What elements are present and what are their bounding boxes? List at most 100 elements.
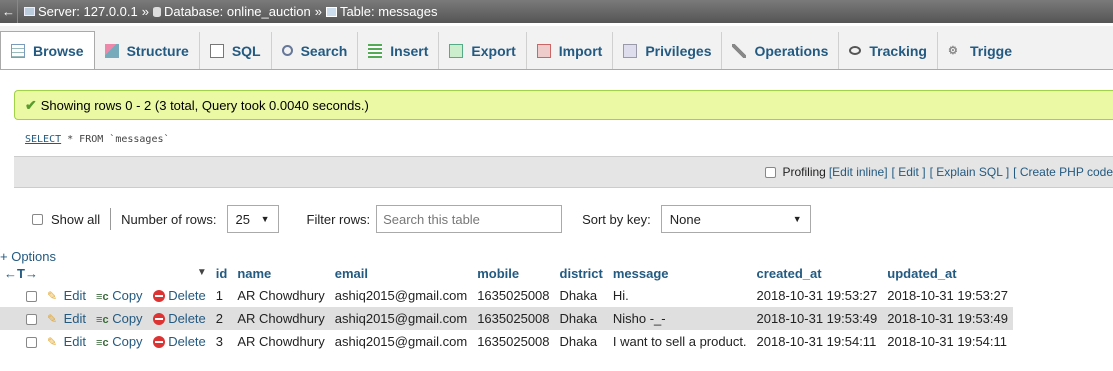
sql-icon — [209, 43, 224, 58]
cell-message[interactable]: Hi. — [607, 284, 752, 307]
column-header-district[interactable]: district — [555, 262, 608, 284]
results-table: ←T→ ▼ id name email mobile district mess… — [0, 262, 1013, 353]
cell-id[interactable]: 2 — [210, 307, 233, 330]
copy-action[interactable]: ≡c Copy — [91, 307, 148, 330]
column-header-mobile[interactable]: mobile — [472, 262, 554, 284]
sql-select-link[interactable]: SELECT — [25, 134, 61, 145]
cell-created-at[interactable]: 2018-10-31 19:53:49 — [751, 307, 883, 330]
delete-action[interactable]: Delete — [147, 284, 211, 307]
browse-icon — [11, 43, 25, 58]
tab-browse[interactable]: Browse — [0, 31, 95, 69]
sort-dropdown-icon[interactable]: ▼ — [197, 267, 207, 278]
cell-email[interactable]: ashiq2015@gmail.com — [329, 284, 473, 307]
breadcrumb-database[interactable]: Database: online_auction — [152, 4, 311, 19]
number-of-rows-select[interactable]: 25 ▼ — [226, 205, 279, 233]
tab-insert[interactable]: Insert — [358, 32, 440, 69]
tab-triggers[interactable]: ⚙ Trigge — [938, 32, 1022, 69]
tab-structure[interactable]: Structure — [95, 32, 200, 69]
cell-name[interactable]: AR Chowdhury — [232, 284, 330, 307]
cell-id[interactable]: 1 — [210, 284, 233, 307]
profiling-bar: Profiling [Edit inline] [ Edit ] [ Expla… — [14, 156, 1113, 188]
table-row: ✎ Edit ≡c Copy Delete 1 AR Chowdhury ash… — [0, 284, 1013, 307]
show-all-checkbox[interactable] — [32, 213, 43, 225]
tab-export[interactable]: Export — [439, 32, 527, 69]
sort-by-key-select[interactable]: None ▼ — [660, 205, 811, 233]
delete-action[interactable]: Delete — [147, 307, 211, 330]
row-checkbox[interactable] — [26, 337, 37, 349]
delete-icon — [152, 290, 165, 302]
cell-updated-at[interactable]: 2018-10-31 19:54:11 — [882, 330, 1013, 353]
cell-mobile[interactable]: 1635025008 — [472, 284, 555, 307]
row-checkbox-cell — [0, 330, 42, 353]
cell-created-at[interactable]: 2018-10-31 19:54:11 — [751, 330, 883, 353]
column-header-message[interactable]: message — [608, 262, 752, 284]
cell-mobile[interactable]: 1635025008 — [472, 307, 555, 330]
row-checkbox-cell — [0, 307, 42, 330]
tab-privileges[interactable]: Privileges — [613, 32, 723, 69]
breadcrumb-server[interactable]: Server: 127.0.0.1 — [24, 4, 138, 19]
column-header-updated-at[interactable]: updated_at — [882, 262, 1013, 284]
cell-id[interactable]: 3 — [210, 330, 233, 353]
database-icon — [152, 6, 161, 17]
copy-icon: ≡c — [96, 314, 109, 326]
delete-action[interactable]: Delete — [147, 330, 211, 353]
search-icon — [281, 45, 293, 56]
column-arrows-icon[interactable]: ←T→ — [4, 266, 38, 281]
breadcrumb-separator: » — [141, 4, 149, 19]
check-icon: ✔ — [25, 96, 37, 113]
server-icon — [24, 7, 35, 16]
pencil-icon: ✎ — [47, 289, 58, 303]
tab-sql[interactable]: SQL — [200, 32, 272, 69]
cell-updated-at[interactable]: 2018-10-31 19:53:49 — [882, 307, 1013, 330]
column-header-created-at[interactable]: created_at — [752, 262, 883, 284]
cell-message[interactable]: I want to sell a product. — [607, 330, 752, 353]
success-message: ✔ Showing rows 0 - 2 (3 total, Query too… — [14, 90, 1113, 120]
edit-action[interactable]: ✎ Edit — [42, 307, 92, 330]
delete-icon — [152, 336, 165, 348]
cell-district[interactable]: Dhaka — [554, 284, 608, 307]
column-header-name[interactable]: name — [232, 262, 329, 284]
cell-message[interactable]: Nisho -_- — [607, 307, 752, 330]
profiling-checkbox[interactable] — [765, 166, 777, 178]
copy-action[interactable]: ≡c Copy — [91, 330, 148, 353]
cell-updated-at[interactable]: 2018-10-31 19:53:27 — [882, 284, 1013, 307]
structure-icon — [104, 43, 119, 58]
tab-tracking[interactable]: Tracking — [839, 32, 938, 69]
back-arrow-icon[interactable]: ← — [0, 0, 18, 23]
explain-sql-link[interactable]: [ Explain SQL ] — [930, 165, 1010, 179]
table-header-row: ←T→ ▼ id name email mobile district mess… — [0, 262, 1013, 284]
cell-district[interactable]: Dhaka — [554, 330, 608, 353]
row-checkbox[interactable] — [26, 314, 37, 326]
privileges-icon — [623, 43, 638, 58]
breadcrumb-separator: » — [314, 4, 322, 19]
cell-email[interactable]: ashiq2015@gmail.com — [329, 330, 473, 353]
export-icon — [449, 43, 464, 58]
table-row: ✎ Edit ≡c Copy Delete 3 AR Chowdhury ash… — [0, 330, 1013, 353]
cell-district[interactable]: Dhaka — [554, 307, 608, 330]
cell-name[interactable]: AR Chowdhury — [232, 330, 330, 353]
cell-mobile[interactable]: 1635025008 — [472, 330, 555, 353]
copy-icon: ≡c — [96, 337, 109, 349]
cell-name[interactable]: AR Chowdhury — [232, 307, 330, 330]
edit-action[interactable]: ✎ Edit — [42, 330, 92, 353]
cell-email[interactable]: ashiq2015@gmail.com — [329, 307, 473, 330]
edit-inline-link[interactable]: [Edit inline] — [829, 165, 888, 179]
column-resize-header: ←T→ ▼ — [0, 262, 211, 284]
dropdown-arrow-icon: ▼ — [260, 214, 270, 224]
pencil-icon: ✎ — [47, 335, 58, 349]
cell-created-at[interactable]: 2018-10-31 19:53:27 — [751, 284, 883, 307]
tab-import[interactable]: Import — [527, 32, 614, 69]
column-header-email[interactable]: email — [330, 262, 472, 284]
edit-link[interactable]: [ Edit ] — [892, 165, 926, 179]
copy-action[interactable]: ≡c Copy — [91, 284, 148, 307]
delete-icon — [152, 313, 165, 325]
row-checkbox[interactable] — [26, 291, 37, 303]
column-header-id[interactable]: id — [211, 262, 233, 284]
tab-operations[interactable]: Operations — [722, 32, 840, 69]
operations-icon — [732, 43, 747, 58]
create-php-link[interactable]: [ Create PHP code — [1013, 165, 1113, 179]
tab-search[interactable]: Search — [272, 32, 359, 69]
edit-action[interactable]: ✎ Edit — [42, 284, 92, 307]
filter-rows-input[interactable]: Search this table — [376, 205, 563, 233]
breadcrumb-table[interactable]: Table: messages — [325, 4, 438, 19]
